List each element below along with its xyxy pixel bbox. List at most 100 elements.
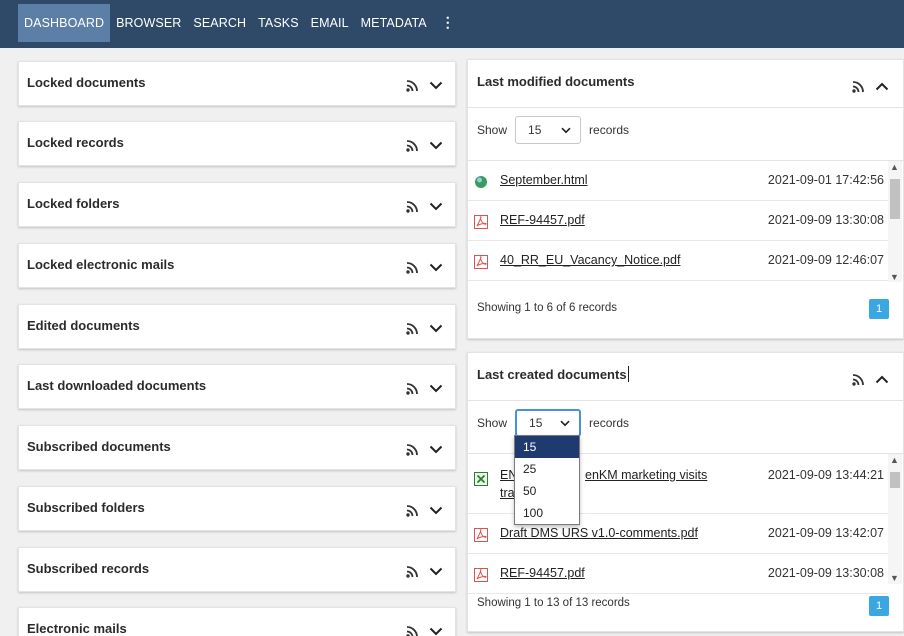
rss-icon[interactable] <box>406 261 419 274</box>
scrollbar-thumb[interactable] <box>890 472 900 488</box>
page-size-option[interactable]: 50 <box>515 480 579 502</box>
rss-icon[interactable] <box>406 139 419 152</box>
excel-icon <box>474 472 488 486</box>
panel-title: Last modified documents <box>477 74 635 89</box>
chevron-down-icon[interactable] <box>429 445 443 454</box>
file-name-link[interactable]: REF-94457.pdf <box>500 213 585 227</box>
nav-email[interactable]: EMAIL <box>305 4 355 42</box>
rss-icon[interactable] <box>852 373 865 386</box>
rss-icon[interactable] <box>406 504 419 517</box>
panel-tools <box>406 565 443 578</box>
panel-title: Subscribed folders <box>27 500 145 515</box>
nav-metadata[interactable]: METADATA <box>355 4 433 42</box>
panel-tools <box>852 373 889 386</box>
more-menu-icon[interactable]: ⋮ <box>433 4 463 42</box>
panel-electronic-mails: Electronic mails <box>18 607 456 636</box>
nav-browser[interactable]: BROWSER <box>110 4 187 42</box>
chevron-down-icon[interactable] <box>429 81 443 90</box>
page-button[interactable]: 1 <box>869 299 889 319</box>
panel-tools <box>852 80 889 93</box>
panel-title: Edited documents <box>27 318 140 333</box>
pdf-icon <box>474 215 488 229</box>
rss-icon[interactable] <box>406 200 419 213</box>
page-size-control: Show 15 records <box>477 116 629 144</box>
chevron-down-icon[interactable] <box>429 384 443 393</box>
rss-icon[interactable] <box>406 565 419 578</box>
text-cursor <box>628 366 629 382</box>
created-date: 2021-09-09 13:30:08 <box>767 566 884 580</box>
modified-date: 2021-09-09 12:46:07 <box>767 253 884 267</box>
pdf-icon <box>474 528 488 542</box>
page-size-select[interactable]: 15 <box>515 116 582 144</box>
panel-tools <box>406 504 443 517</box>
scroll-down-icon[interactable]: ▼ <box>890 272 899 282</box>
file-name-link[interactable]: Draft DMS URS v1.0-comments.pdf <box>500 526 698 540</box>
file-name-link[interactable]: REF-94457.pdf <box>500 566 585 580</box>
rss-icon[interactable] <box>852 80 865 93</box>
chevron-down-icon[interactable] <box>429 627 443 636</box>
panel-title: Locked documents <box>27 75 146 90</box>
page-size-value: 15 <box>528 123 542 137</box>
top-navigation-bar: DASHBOARD BROWSER SEARCH TASKS EMAIL MET… <box>0 0 904 48</box>
table-row[interactable]: 40_RR_EU_Vacancy_Notice.pdf 2021-09-09 1… <box>468 241 888 281</box>
chevron-up-icon[interactable] <box>875 375 889 384</box>
chevron-down-icon[interactable] <box>429 141 443 150</box>
page-size-option[interactable]: 100 <box>515 502 579 524</box>
web-icon <box>475 176 487 188</box>
panel-title: Last created documents <box>477 367 627 382</box>
nav-tasks[interactable]: TASKS <box>252 4 305 42</box>
panel-tools <box>406 200 443 213</box>
scroll-up-icon[interactable]: ▲ <box>890 455 899 465</box>
rss-icon[interactable] <box>406 625 419 636</box>
table-scrollbar[interactable]: ▲ ▼ <box>888 161 902 282</box>
chevron-down-icon <box>560 420 570 426</box>
records-summary: Showing 1 to 13 of 13 records <box>477 597 630 609</box>
scroll-up-icon[interactable]: ▲ <box>890 162 899 172</box>
table-row[interactable]: REF-94457.pdf 2021-09-09 13:30:08 <box>468 201 888 241</box>
panel-title: Locked folders <box>27 196 120 211</box>
chevron-down-icon[interactable] <box>429 506 443 515</box>
chevron-down-icon[interactable] <box>429 324 443 333</box>
table-row[interactable]: September.html 2021-09-01 17:42:56 <box>468 161 888 201</box>
chevron-down-icon[interactable] <box>429 263 443 272</box>
chevron-up-icon[interactable] <box>875 82 889 91</box>
page-size-select[interactable]: 15 <box>515 409 582 437</box>
panel-tools <box>406 139 443 152</box>
records-label: records <box>589 416 630 430</box>
panel-header: Last created documents <box>468 353 903 401</box>
panel-title: Locked electronic mails <box>27 257 175 272</box>
main-nav: DASHBOARD BROWSER SEARCH TASKS EMAIL MET… <box>18 4 463 42</box>
panel-title: Locked records <box>27 135 124 150</box>
scroll-down-icon[interactable]: ▼ <box>890 573 899 583</box>
rss-icon[interactable] <box>406 322 419 335</box>
file-name-link-line2[interactable]: tra <box>500 486 515 500</box>
panel-title: Electronic mails <box>27 621 127 636</box>
page-size-option[interactable]: 25 <box>515 458 579 480</box>
show-label: Show <box>477 416 508 430</box>
panel-tools <box>406 443 443 456</box>
page-button[interactable]: 1 <box>869 596 889 616</box>
scrollbar-thumb[interactable] <box>890 179 900 219</box>
panel-title: Subscribed documents <box>27 439 171 454</box>
created-date: 2021-09-09 13:44:21 <box>767 468 884 482</box>
nav-dashboard[interactable]: DASHBOARD <box>18 4 111 42</box>
file-name-link[interactable]: 40_RR_EU_Vacancy_Notice.pdf <box>500 253 680 267</box>
nav-search[interactable]: SEARCH <box>187 4 252 42</box>
panel-subscribed-folders: Subscribed folders <box>18 486 456 531</box>
file-name-link[interactable]: September.html <box>500 173 588 187</box>
panel-tools <box>406 382 443 395</box>
rss-icon[interactable] <box>406 382 419 395</box>
file-name-link-continued[interactable]: enKM marketing visits <box>585 468 707 482</box>
chevron-down-icon[interactable] <box>429 202 443 211</box>
table-row[interactable]: REF-94457.pdf 2021-09-09 13:30:08 <box>468 554 888 594</box>
rss-icon[interactable] <box>406 79 419 92</box>
rss-icon[interactable] <box>406 443 419 456</box>
panel-title: Subscribed records <box>27 561 150 576</box>
chevron-down-icon[interactable] <box>429 567 443 576</box>
panel-subscribed-records: Subscribed records <box>18 547 456 592</box>
pdf-icon <box>474 568 488 582</box>
pdf-icon <box>474 255 488 269</box>
page-size-option[interactable]: 15 <box>515 436 579 458</box>
table-scrollbar[interactable]: ▲ ▼ <box>888 454 902 584</box>
page-size-control: Show 15 records <box>477 409 629 437</box>
